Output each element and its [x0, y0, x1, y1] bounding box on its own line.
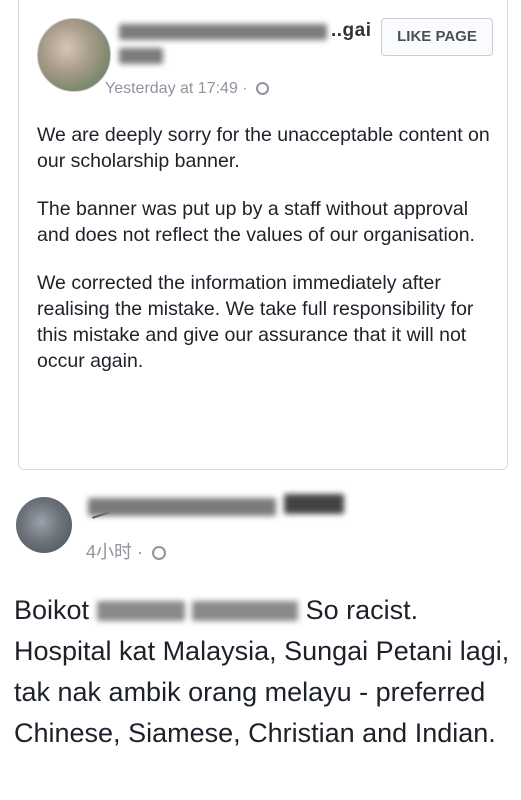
comment-body: Boikot So racist. Hospital kat Malaysia,…	[14, 590, 514, 754]
globe-icon	[152, 546, 167, 560]
blurred-name-block	[88, 498, 276, 516]
post-paragraph: We are deeply sorry for the unacceptable…	[37, 124, 490, 172]
blurred-name-block-2	[119, 48, 163, 64]
page-name-visible-part: ..gai	[331, 20, 372, 41]
blurred-name-block	[119, 24, 327, 40]
blurred-name-inline	[96, 601, 185, 621]
globe-icon	[256, 82, 270, 95]
post-body: We are deeply sorry for the unacceptable…	[37, 122, 497, 396]
blurred-name-block-2	[284, 494, 344, 514]
page-name-blurred[interactable]: ..gai	[119, 20, 371, 64]
post-paragraph: We corrected the information immediately…	[37, 272, 474, 372]
post-meta: Yesterday at 17:49 ·	[105, 80, 270, 98]
comment-text-prefix: Boikot	[14, 595, 90, 625]
like-page-button[interactable]: LIKE PAGE	[381, 18, 493, 56]
post-timestamp[interactable]: Yesterday at 17:49 ·	[105, 80, 248, 97]
comment-timestamp[interactable]: 4小时 ·	[86, 542, 143, 562]
blurred-name-inline-2	[192, 601, 299, 621]
comment-meta: 4小时 ·	[86, 538, 167, 564]
user-name-blurred[interactable]	[84, 490, 354, 530]
page-post-card: ..gai LIKE PAGE Yesterday at 17:49 · We …	[18, 0, 508, 470]
page-avatar[interactable]	[37, 18, 111, 92]
user-avatar[interactable]	[16, 497, 72, 553]
post-paragraph: The banner was put up by a staff without…	[37, 198, 475, 246]
